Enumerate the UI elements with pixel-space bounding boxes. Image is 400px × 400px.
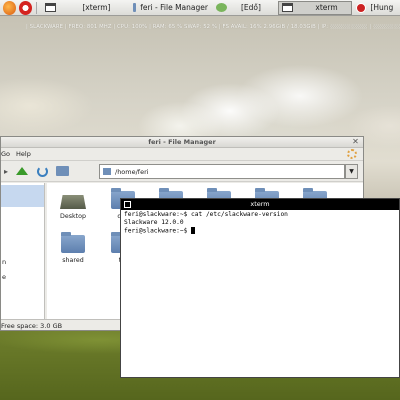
- forward-button[interactable]: ▸: [3, 164, 9, 178]
- window-menu-icon[interactable]: [124, 201, 131, 208]
- home-folder-icon: [55, 166, 69, 176]
- desktop-icon: [60, 195, 86, 209]
- window-icon: [45, 3, 57, 12]
- firefox-icon[interactable]: [3, 0, 17, 15]
- task-xterm-2[interactable]: xterm: [278, 0, 353, 15]
- sidebar-item[interactable]: n: [2, 258, 6, 266]
- browser-icon: [356, 2, 367, 13]
- task-label: [xterm]: [82, 3, 111, 12]
- up-arrow-icon: [16, 167, 28, 175]
- chat-icon: [215, 3, 227, 12]
- up-button[interactable]: [15, 164, 29, 178]
- window-icon: [282, 3, 294, 12]
- window-title: xterm: [250, 200, 270, 208]
- sidebar-item-selected[interactable]: [1, 185, 44, 207]
- task-label: [Edő]: [240, 3, 261, 12]
- folder-icon: [103, 168, 111, 175]
- file-item-desktop[interactable]: Desktop: [49, 191, 97, 220]
- terminal-line: feri@slackware:~$ cat /etc/slackware-ver…: [124, 211, 288, 218]
- window-title: feri - File Manager: [148, 138, 216, 146]
- busy-spinner-icon: [347, 149, 357, 159]
- file-manager-titlebar[interactable]: feri - File Manager ✕: [1, 137, 363, 148]
- task-chat[interactable]: [Edő]: [212, 1, 278, 15]
- task-label: feri - File Manager: [140, 3, 208, 12]
- menu-go[interactable]: Go: [1, 150, 10, 158]
- opera-icon[interactable]: [19, 0, 33, 15]
- refresh-button[interactable]: [35, 164, 49, 178]
- terminal-window[interactable]: xterm feri@slackware:~$ cat /etc/slackwa…: [120, 198, 400, 378]
- refresh-icon: [36, 165, 48, 177]
- terminal-output[interactable]: feri@slackware:~$ cat /etc/slackware-ver…: [121, 210, 399, 237]
- file-item-shared[interactable]: shared: [49, 232, 97, 264]
- folder-icon: [61, 232, 85, 253]
- system-monitor-text: | SLACKWARE | FREQ: 801 MHZ | CPU: 100% …: [26, 24, 400, 30]
- file-label: shared: [62, 257, 84, 264]
- cursor: [191, 227, 196, 234]
- toolbar: ▸ /home/feri ▼: [1, 160, 363, 182]
- terminal-line: Slackware 12.0.0: [124, 219, 184, 226]
- terminal-prompt-line: feri@slackware:~$: [124, 227, 396, 236]
- taskbar: [xterm] feri - File Manager [Edő] xterm …: [0, 0, 400, 16]
- menu-help[interactable]: Help: [16, 150, 31, 158]
- close-icon[interactable]: ✕: [351, 138, 360, 147]
- folder-icon: [132, 3, 137, 12]
- file-label: Desktop: [60, 213, 86, 220]
- taskbar-separator: [36, 1, 38, 14]
- task-xterm-1[interactable]: [xterm]: [41, 1, 128, 15]
- menu-bar: Go Help: [1, 148, 363, 160]
- task-browser[interactable]: [Hung: [352, 1, 400, 15]
- sidebar: n e: [1, 183, 45, 319]
- location-path: /home/feri: [115, 167, 149, 176]
- terminal-titlebar[interactable]: xterm: [121, 199, 399, 210]
- task-label: [Hung: [370, 3, 394, 12]
- task-file-manager[interactable]: feri - File Manager: [129, 1, 212, 15]
- chevron-down-icon[interactable]: ▼: [345, 164, 358, 179]
- location-input[interactable]: /home/feri: [99, 164, 345, 179]
- task-label: xterm: [315, 3, 338, 12]
- home-button[interactable]: [55, 164, 69, 178]
- sidebar-item[interactable]: e: [2, 273, 6, 281]
- terminal-prompt: feri@slackware:~$: [124, 227, 192, 235]
